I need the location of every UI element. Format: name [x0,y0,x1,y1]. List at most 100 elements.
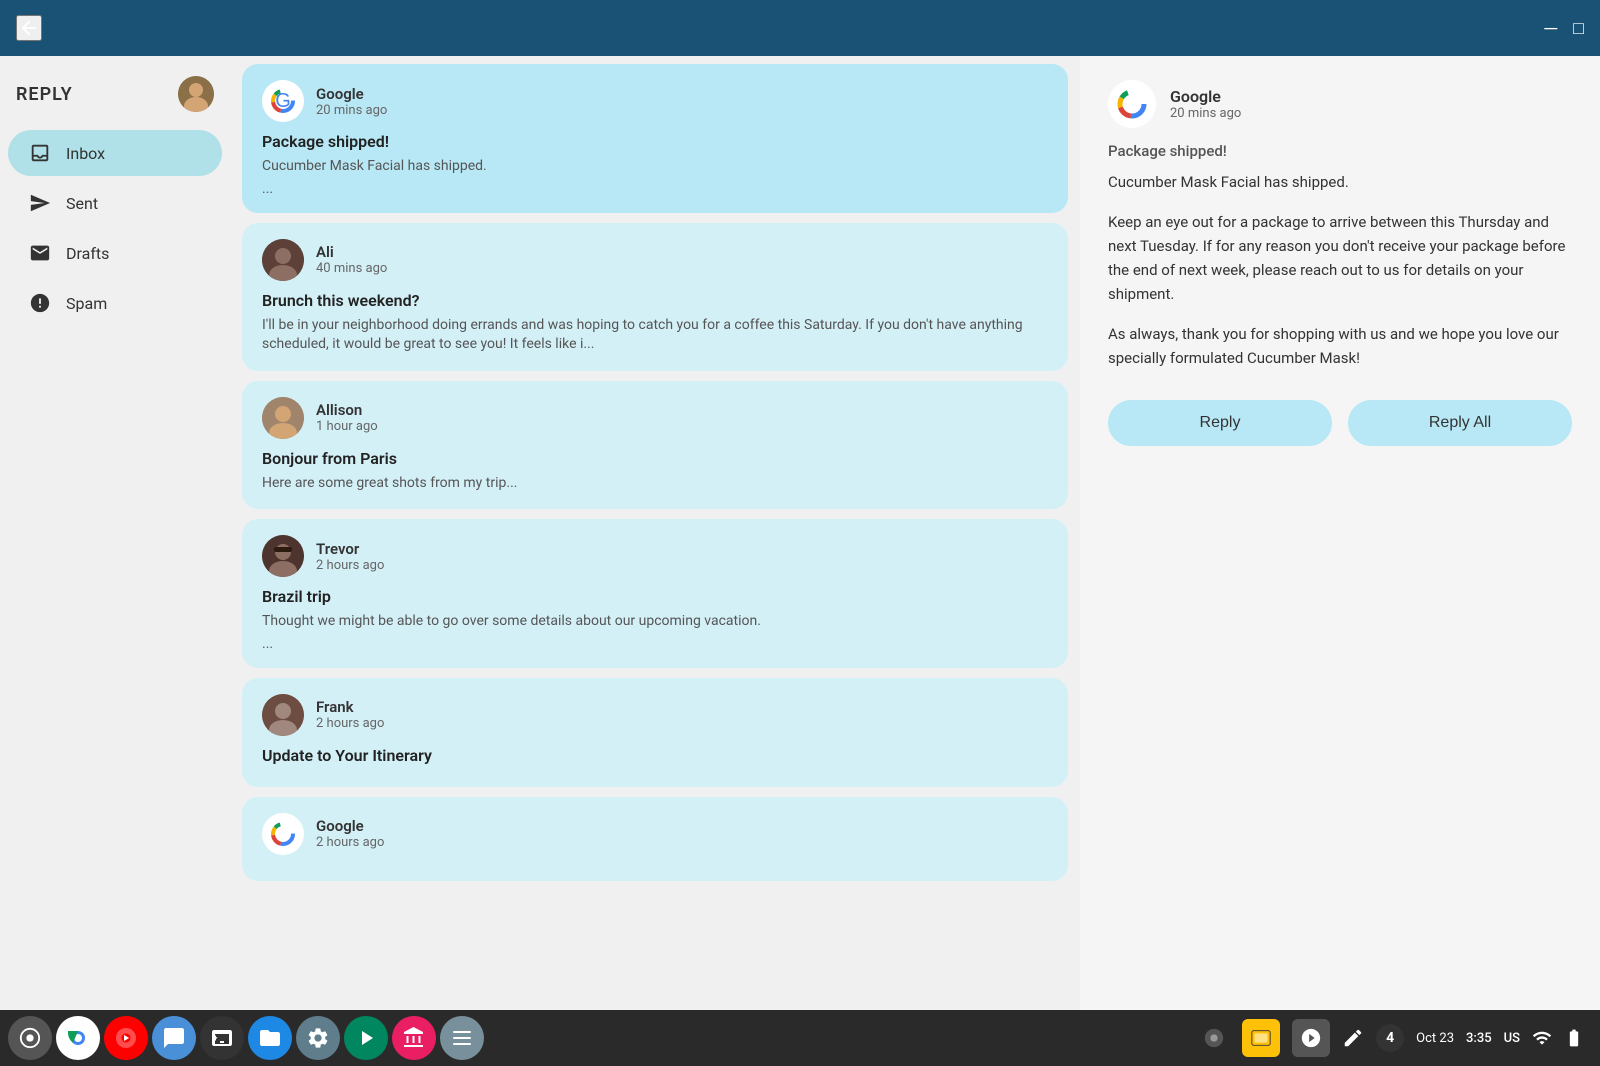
drafts-icon [28,242,52,264]
main-container: REPLY Inbox Sen [0,56,1600,1010]
email-card-6-header: Google 2 hours ago [262,813,1048,855]
sidebar-item-sent-label: Sent [66,194,98,213]
email-time-5: 2 hours ago [316,716,384,731]
sidebar-item-drafts-label: Drafts [66,244,109,263]
email-card-5[interactable]: Frank 2 hours ago Update to Your Itinera… [242,678,1068,787]
email-preview-1: Cucumber Mask Facial has shipped. [262,157,1048,177]
email-avatar-google-2 [262,813,304,855]
email-meta-4: Trevor 2 hours ago [316,540,384,573]
reply-all-button[interactable]: Reply All [1348,400,1572,446]
detail-header: Google 20 mins ago [1108,80,1572,128]
title-bar-right: ─ □ [1544,18,1584,39]
email-avatar-allison [262,397,304,439]
taskbar-app-drawer-icon[interactable] [392,1016,436,1060]
taskbar-youtube-icon[interactable] [104,1016,148,1060]
email-avatar-ali [262,239,304,281]
taskbar-chat-icon[interactable] [152,1016,196,1060]
tray-pencil-icon[interactable] [1342,1027,1364,1049]
email-meta-1: Google 20 mins ago [316,85,387,118]
detail-subject: Package shipped! [1108,142,1572,160]
detail-body-para1: Keep an eye out for a package to arrive … [1108,210,1572,306]
email-meta-3: Allison 1 hour ago [316,401,378,434]
battery-icon [1564,1028,1584,1048]
email-card-2[interactable]: Ali 40 mins ago Brunch this weekend? I'l… [242,223,1068,371]
taskbar-terminal-icon[interactable] [200,1016,244,1060]
email-avatar-frank [262,694,304,736]
email-list: G Google 20 mins ago Package shipped! Cu… [230,56,1080,1010]
sidebar-title: REPLY [16,84,73,105]
email-card-3[interactable]: Allison 1 hour ago Bonjour from Paris He… [242,381,1068,510]
taskbar-files-icon[interactable] [248,1016,292,1060]
email-time-1: 20 mins ago [316,103,387,118]
inbox-icon [28,142,52,164]
email-ellipsis-1: ... [262,181,1048,197]
taskbar-region: US [1504,1031,1520,1046]
email-card-4[interactable]: Trevor 2 hours ago Brazil trip Thought w… [242,519,1068,668]
email-card-3-header: Allison 1 hour ago [262,397,1048,439]
detail-body-para2: As always, thank you for shopping with u… [1108,322,1572,370]
email-card-2-header: Ali 40 mins ago [262,239,1048,281]
email-sender-6: Google [316,817,384,835]
taskbar-mic-icon[interactable] [8,1016,52,1060]
email-preview-4: Thought we might be able to go over some… [262,612,1048,632]
email-meta-2: Ali 40 mins ago [316,243,387,276]
sidebar-item-spam-label: Spam [66,294,107,313]
taskbar-date: Oct 23 [1416,1031,1454,1046]
taskbar-play-icon[interactable] [344,1016,388,1060]
taskbar-camera-icon[interactable] [1198,1022,1230,1054]
email-sender-4: Trevor [316,540,384,558]
taskbar-menu-icon[interactable] [440,1016,484,1060]
taskbar-settings-icon[interactable] [296,1016,340,1060]
email-subject-5: Update to Your Itinerary [262,746,1048,765]
sidebar-item-drafts[interactable]: Drafts [8,230,222,276]
email-card-1[interactable]: G Google 20 mins ago Package shipped! Cu… [242,64,1068,213]
sidebar-item-inbox[interactable]: Inbox [8,130,222,176]
tray-icon-1[interactable] [1242,1019,1280,1057]
email-card-5-header: Frank 2 hours ago [262,694,1048,736]
taskbar-status: 4 Oct 23 3:35 US [1198,1019,1592,1057]
taskbar: 4 Oct 23 3:35 US [0,1010,1600,1066]
maximize-button[interactable]: □ [1573,18,1584,39]
email-time-4: 2 hours ago [316,558,384,573]
email-time-6: 2 hours ago [316,835,384,850]
email-time-2: 40 mins ago [316,261,387,276]
email-time-3: 1 hour ago [316,419,378,434]
email-avatar-trevor [262,535,304,577]
title-bar: ─ □ [0,0,1600,56]
detail-avatar [1108,80,1156,128]
email-card-4-header: Trevor 2 hours ago [262,535,1048,577]
email-sender-5: Frank [316,698,384,716]
sent-icon [28,192,52,214]
email-card-6[interactable]: Google 2 hours ago [242,797,1068,881]
sidebar: REPLY Inbox Sen [0,56,230,1010]
detail-body-line1: Cucumber Mask Facial has shipped. [1108,170,1572,194]
back-button[interactable] [16,15,42,41]
email-meta-6: Google 2 hours ago [316,817,384,850]
email-sender-3: Allison [316,401,378,419]
email-detail-panel: Google 20 mins ago Package shipped! Cucu… [1080,56,1600,1010]
email-avatar-google-1: G [262,80,304,122]
detail-actions: Reply Reply All [1108,400,1572,446]
title-bar-left [16,15,42,41]
detail-meta: Google 20 mins ago [1170,87,1241,121]
sidebar-item-sent[interactable]: Sent [8,180,222,226]
email-preview-2: I'll be in your neighborhood doing erran… [262,316,1048,355]
email-meta-5: Frank 2 hours ago [316,698,384,731]
email-subject-2: Brunch this weekend? [262,291,1048,310]
reply-button[interactable]: Reply [1108,400,1332,446]
minimize-button[interactable]: ─ [1544,18,1557,39]
sidebar-header: REPLY [0,68,230,128]
email-sender-2: Ali [316,243,387,261]
email-subject-1: Package shipped! [262,132,1048,151]
email-subject-3: Bonjour from Paris [262,449,1048,468]
detail-sender: Google [1170,87,1241,106]
taskbar-chrome-icon[interactable] [56,1016,100,1060]
email-preview-3: Here are some great shots from my trip..… [262,474,1048,494]
detail-time: 20 mins ago [1170,106,1241,121]
user-avatar[interactable] [178,76,214,112]
sidebar-item-spam[interactable]: Spam [8,280,222,326]
tray-badge-icon[interactable]: 4 [1376,1024,1404,1052]
tray-icon-2[interactable] [1292,1019,1330,1057]
taskbar-time: 3:35 [1466,1031,1492,1046]
wifi-icon [1532,1028,1552,1048]
